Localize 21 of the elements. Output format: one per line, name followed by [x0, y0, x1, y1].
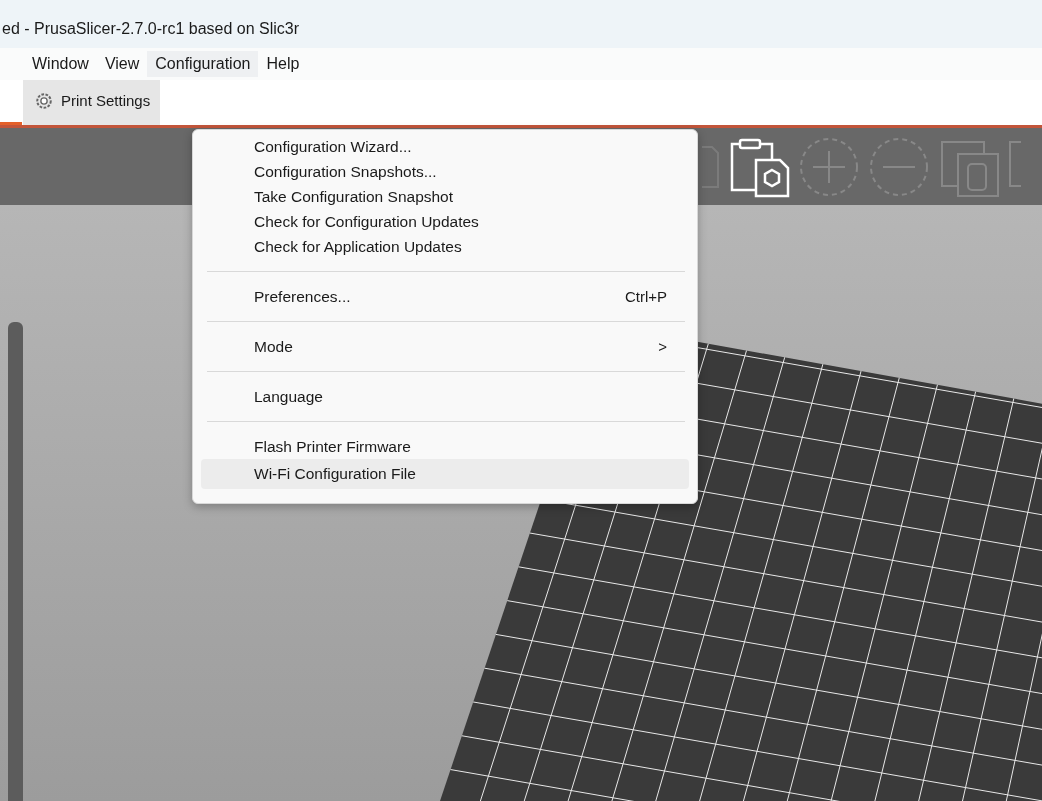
- menu-bar-item[interactable]: Configuration: [147, 51, 259, 77]
- gear-icon: [35, 91, 53, 110]
- menu-item[interactable]: Check for Configuration Updates: [201, 209, 689, 234]
- menu-item[interactable]: Check for Application Updates: [201, 234, 689, 259]
- menu-item[interactable]: Mode >: [201, 334, 689, 359]
- submenu-arrow: >: [658, 338, 667, 355]
- remove-icon[interactable]: [868, 135, 930, 198]
- menu-bar-item[interactable]: View: [96, 51, 148, 77]
- menu-bar-item[interactable]: Window: [24, 51, 97, 77]
- menu-item[interactable]: Preferences... Ctrl+P: [201, 284, 689, 309]
- menu-bar-item[interactable]: Help: [258, 51, 308, 77]
- menu-item[interactable]: Flash Printer Firmware: [201, 434, 689, 459]
- menu-item[interactable]: Configuration Wizard...: [201, 134, 689, 159]
- menu-item[interactable]: Wi-Fi Configuration File: [201, 459, 689, 489]
- shortcut-label: Ctrl+P: [624, 288, 667, 305]
- menu-item[interactable]: Configuration Snapshots...: [201, 159, 689, 184]
- add-icon[interactable]: [798, 135, 860, 198]
- tab[interactable]: Print Settings: [22, 80, 161, 125]
- window-title: ed - PrusaSlicer-2.7.0-rc1 based on Slic3r: [2, 20, 300, 38]
- menu-item[interactable]: Language: [201, 384, 689, 409]
- menu-item[interactable]: Take Configuration Snapshot: [201, 184, 689, 209]
